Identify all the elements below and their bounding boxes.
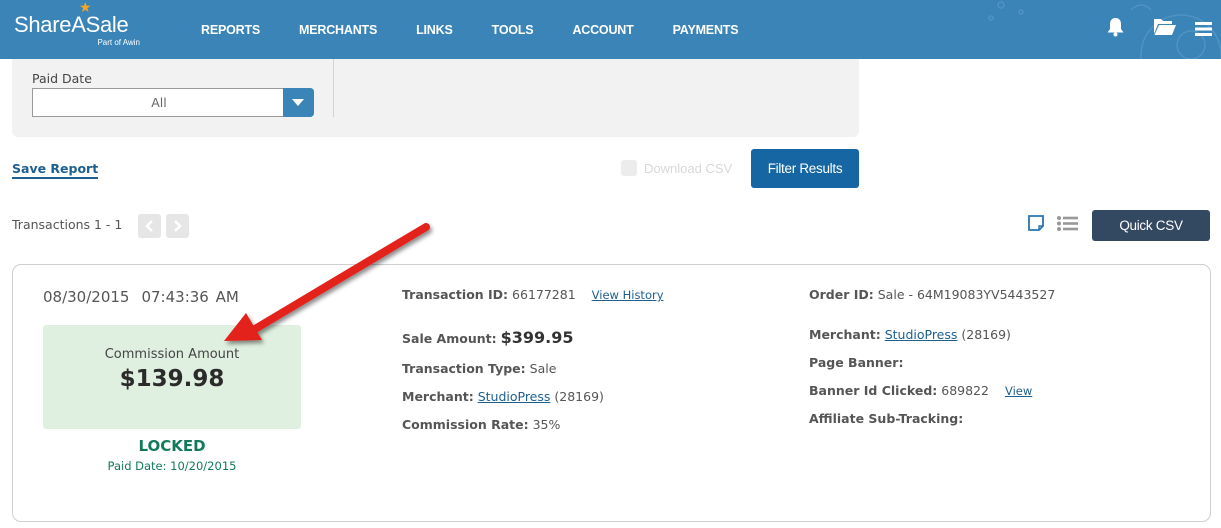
nav-payments[interactable]: PAYMENTS <box>673 23 739 37</box>
logo-subtitle: Part of Awin <box>97 38 140 47</box>
transactions-count: Transactions 1 - 1 <box>12 217 123 232</box>
field-key: Affiliate Sub-Tracking: <box>809 411 964 426</box>
merchant-id: (28169) <box>961 327 1011 342</box>
paid-date: Paid Date: 10/20/2015 <box>107 459 237 473</box>
merchant-id: (28169) <box>554 389 604 404</box>
filter-results-button[interactable]: Filter Results <box>751 149 859 188</box>
merchant-link[interactable]: StudioPress <box>885 327 958 342</box>
nav-account[interactable]: ACCOUNT <box>572 23 633 37</box>
field-key: Page Banner: <box>809 355 904 370</box>
next-page-button[interactable] <box>166 214 189 238</box>
sale-amount-field: Sale Amount: $399.95 <box>402 328 573 347</box>
list-view-icon[interactable] <box>1057 216 1078 235</box>
transaction-card: 08/30/2015 07:43:36 AM Commission Amount … <box>12 264 1211 522</box>
merchant-field: Merchant: StudioPress (28169) <box>402 389 604 404</box>
checkbox-icon[interactable] <box>621 160 637 176</box>
sale-amount-value: $399.95 <box>500 328 574 347</box>
commission-label: Commission Amount <box>104 347 240 362</box>
view-banner-link[interactable]: View <box>1005 384 1032 398</box>
field-key: Merchant: <box>402 389 474 404</box>
field-key: Transaction Type: <box>402 361 526 376</box>
transaction-type-value: Sale <box>529 361 557 376</box>
card-view-icon[interactable] <box>1027 214 1045 236</box>
transaction-type-field: Transaction Type: Sale <box>402 361 556 376</box>
transaction-id-value: 66177281 <box>512 287 576 302</box>
main-nav: REPORTS MERCHANTS LINKS TOOLS ACCOUNT PA… <box>201 23 739 37</box>
paid-date-label: Paid Date <box>32 71 92 86</box>
transaction-date: 08/30/2015 <box>43 288 130 306</box>
commission-amount: $139.98 <box>119 366 225 392</box>
chevron-left-icon <box>145 220 153 232</box>
filter-divider <box>333 59 334 117</box>
paid-date-value: All <box>151 95 167 110</box>
transaction-id-field: Transaction ID: 66177281 View History <box>402 287 664 302</box>
transaction-datetime: 08/30/2015 07:43:36 AM <box>43 288 239 306</box>
prev-page-button[interactable] <box>138 214 161 238</box>
folder-open-icon[interactable] <box>1153 17 1177 40</box>
field-key: Commission Rate: <box>402 417 529 432</box>
merchant-link[interactable]: StudioPress <box>478 389 551 404</box>
page-banner-field: Page Banner: <box>809 355 903 370</box>
field-key: Banner Id Clicked: <box>809 383 938 398</box>
hamburger-menu-icon[interactable] <box>1195 21 1212 40</box>
merchant-field-right: Merchant: StudioPress (28169) <box>809 327 1011 342</box>
shareasale-logo[interactable]: ★ ShareASale Part of Awin <box>14 0 144 50</box>
field-key: Merchant: <box>809 327 881 342</box>
download-csv-checkbox[interactable]: Download CSV <box>621 160 732 176</box>
download-csv-label: Download CSV <box>644 160 733 176</box>
status-badge: LOCKED <box>138 437 206 455</box>
quick-csv-button[interactable]: Quick CSV <box>1092 210 1210 241</box>
chevron-right-icon <box>174 220 182 232</box>
order-id-value: Sale - 64M19083YV5443527 <box>877 287 1056 302</box>
transaction-time: 07:43:36 AM <box>141 288 239 306</box>
banner-id-value: 689822 <box>941 383 989 398</box>
save-report-link[interactable]: Save Report <box>12 161 99 179</box>
nav-reports[interactable]: REPORTS <box>201 23 260 37</box>
nav-links[interactable]: LINKS <box>416 23 453 37</box>
commission-rate-value: 35% <box>532 417 561 432</box>
logo-text: ShareASale <box>14 12 129 37</box>
paid-date-select[interactable]: All <box>32 88 314 117</box>
filter-panel: Paid Date All <box>12 59 859 137</box>
view-history-link[interactable]: View History <box>592 288 664 302</box>
bell-icon[interactable] <box>1106 17 1125 41</box>
banner-id-field: Banner Id Clicked: 689822 View <box>809 383 1032 398</box>
chevron-down-icon[interactable] <box>283 88 314 117</box>
field-key: Transaction ID: <box>402 287 509 302</box>
header-decoration <box>988 1 1221 59</box>
field-key: Order ID: <box>809 287 874 302</box>
commission-rate-field: Commission Rate: 35% <box>402 417 560 432</box>
commission-box: Commission Amount $139.98 <box>43 325 301 429</box>
affiliate-sub-tracking-field: Affiliate Sub-Tracking: <box>809 411 963 426</box>
field-key: Sale Amount: <box>402 331 497 346</box>
order-id-field: Order ID: Sale - 64M19083YV5443527 <box>809 287 1055 302</box>
nav-merchants[interactable]: MERCHANTS <box>299 23 377 37</box>
top-navigation-bar: ★ ShareASale Part of Awin REPORTS MERCHA… <box>0 0 1221 59</box>
nav-tools[interactable]: TOOLS <box>492 23 534 37</box>
